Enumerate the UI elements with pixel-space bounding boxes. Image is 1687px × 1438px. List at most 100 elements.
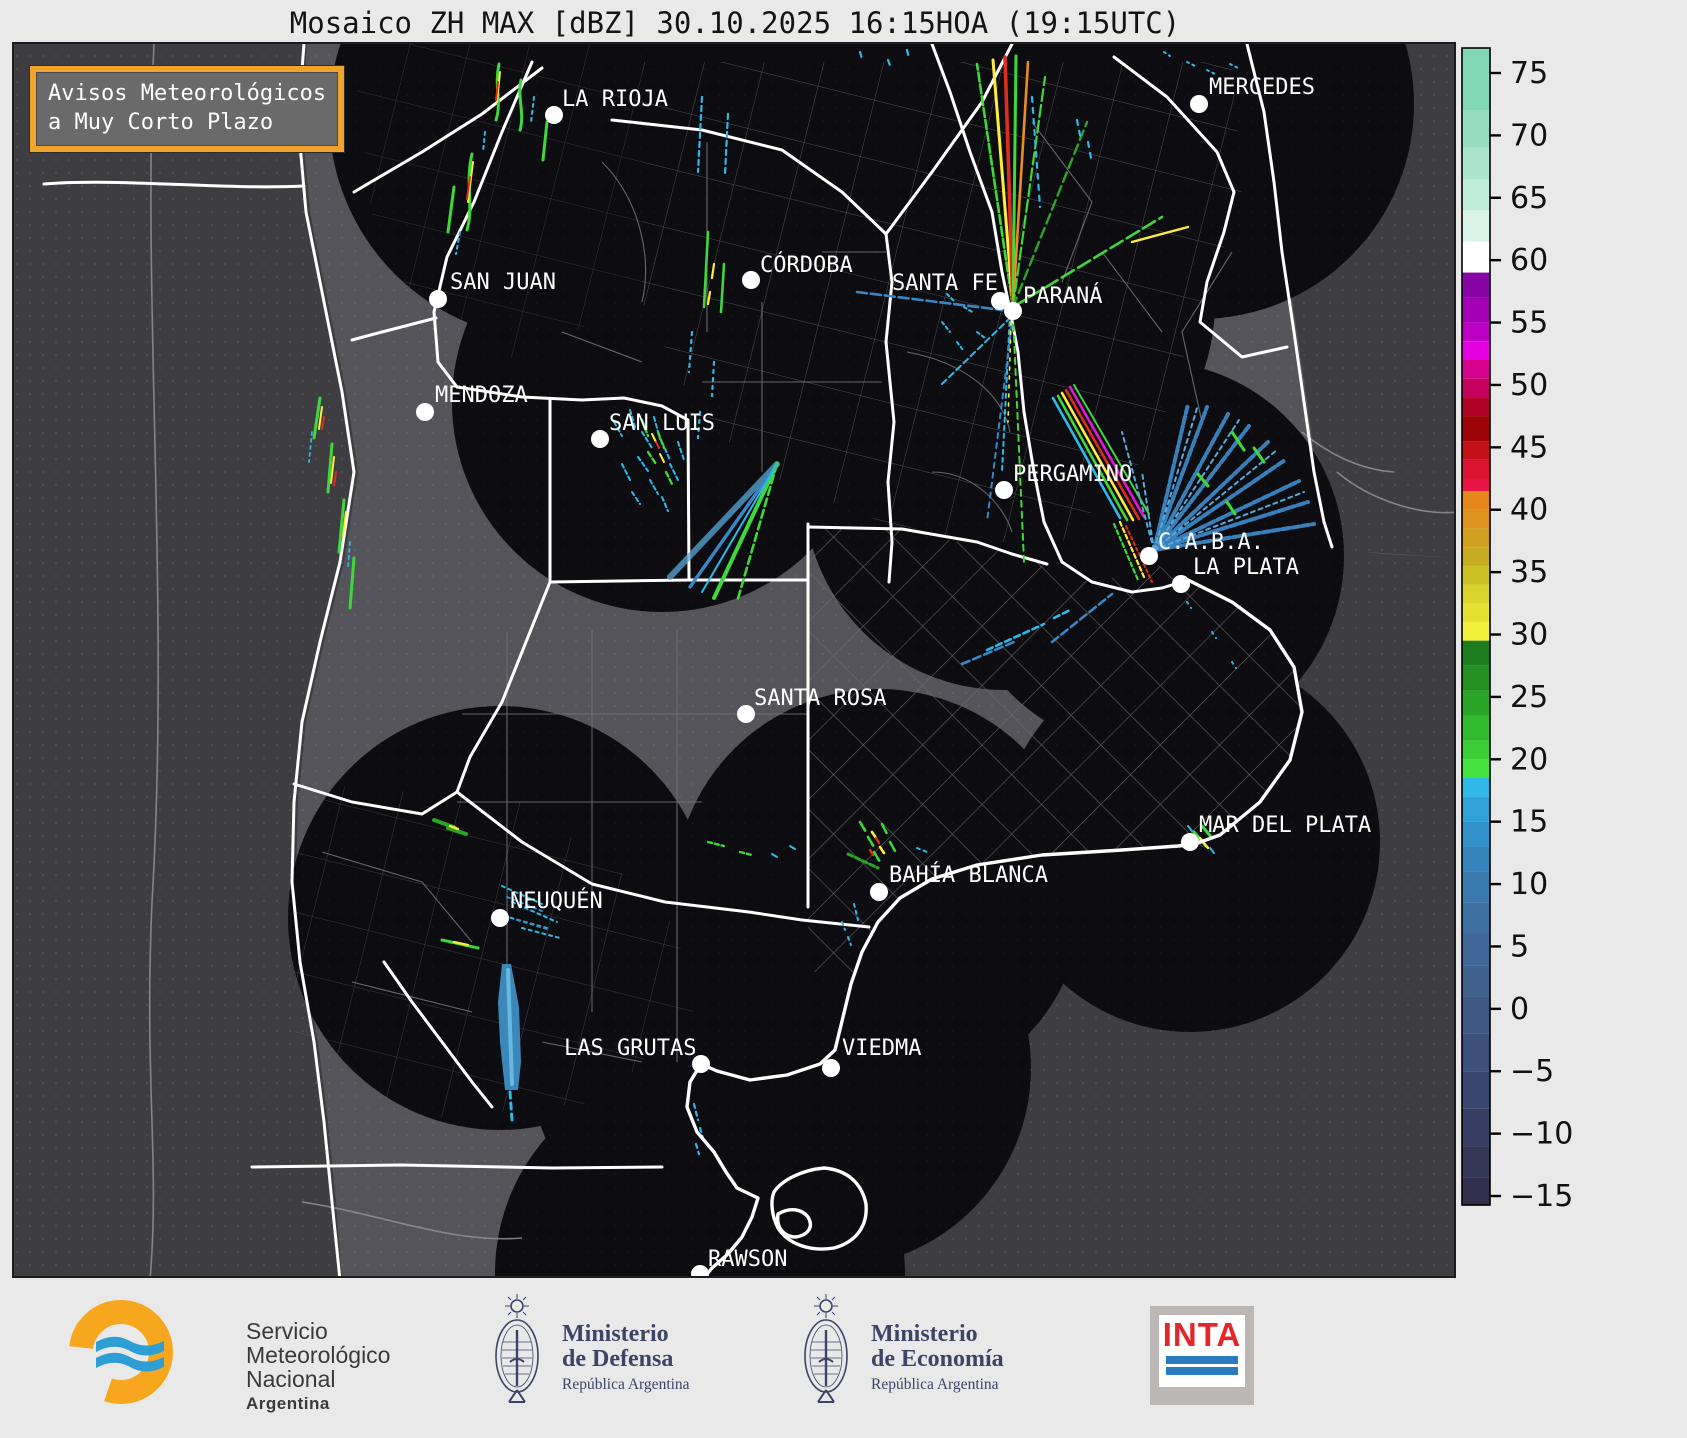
colorbar-segment xyxy=(1462,341,1490,360)
colorbar-tick-label: 25 xyxy=(1510,680,1548,715)
colorbar-segment xyxy=(1462,272,1490,298)
ministerio-economia-logo: Ministerio de Economía República Argenti… xyxy=(795,1290,1095,1430)
colorbar-tick-label: 65 xyxy=(1510,181,1548,216)
city-label: SANTA ROSA xyxy=(754,686,886,711)
radar-product-page: Mosaico ZH MAX [dBZ] 30.10.2025 16:15HOA… xyxy=(0,0,1687,1438)
city-label: CÓRDOBA xyxy=(760,252,853,278)
colorbar-segment xyxy=(1462,241,1490,273)
colorbar-segment xyxy=(1462,965,1490,997)
city-label: RAWSON xyxy=(708,1247,787,1272)
colorbar-segment xyxy=(1462,603,1490,622)
colorbar-segment xyxy=(1462,622,1490,641)
warnings-overlay-box[interactable]: Avisos Meteorológicos a Muy Corto Plazo xyxy=(28,64,346,154)
colorbar-tick-label: 50 xyxy=(1510,368,1548,403)
colorbar-tick-label: 40 xyxy=(1510,493,1548,528)
smn-wordmark: Servicio Meteorológico Nacional Argentin… xyxy=(246,1318,391,1413)
colorbar-tick-label: 35 xyxy=(1510,555,1548,590)
colorbar-segment xyxy=(1462,397,1490,417)
city-label: SAN JUAN xyxy=(450,270,556,295)
footer-logos: Servicio Meteorológico Nacional Argentin… xyxy=(0,1278,1687,1438)
colorbar-tick-label: −15 xyxy=(1510,1179,1573,1214)
warnings-line-1: Avisos Meteorológicos xyxy=(48,81,327,106)
colorbar-segment xyxy=(1462,179,1490,211)
radar-mosaic-map: LA RIOJA MERCEDES SAN JUAN CÓRDOBA SANTA FE P… xyxy=(12,42,1456,1278)
colorbar-segment xyxy=(1462,715,1490,741)
colorbar-segment xyxy=(1462,210,1490,242)
colorbar-tick-label: −5 xyxy=(1510,1054,1554,1089)
colorbar-segment xyxy=(1462,846,1490,872)
colorbar-tick-label: 70 xyxy=(1510,118,1548,153)
colorbar-segment xyxy=(1462,491,1490,510)
colorbar-tick-label: 45 xyxy=(1510,430,1548,465)
city-marker xyxy=(1140,547,1158,565)
city-marker xyxy=(870,883,888,901)
city-marker xyxy=(1181,833,1199,851)
city-label: PARANÁ xyxy=(1023,283,1102,309)
colorbar-tick-label: 20 xyxy=(1510,742,1548,777)
radar-map-canvas: LA RIOJA MERCEDES SAN JUAN CÓRDOBA SANTA FE P… xyxy=(14,44,1454,1276)
colorbar-tick-label: 0 xyxy=(1510,992,1529,1027)
colorbar-segment xyxy=(1462,441,1490,460)
city-marker xyxy=(737,705,755,723)
colorbar-segment xyxy=(1462,796,1490,822)
smn-logo: Servicio Meteorológico Nacional Argentin… xyxy=(68,1296,428,1426)
city-marker xyxy=(1004,302,1022,320)
city-label: BAHÍA BLANCA xyxy=(889,862,1048,888)
city-label: NEUQUÉN xyxy=(510,888,603,914)
colorbar-segment xyxy=(1462,640,1490,666)
colorbar-segment xyxy=(1462,459,1490,479)
city-label: LA PLATA xyxy=(1193,555,1299,580)
city-label: PERGAMINO xyxy=(1013,462,1132,487)
ministerio-economia-wordmark: Ministerio de Economía República Argenti… xyxy=(871,1321,1004,1394)
smn-icon xyxy=(69,1300,173,1404)
colorbar-segment xyxy=(1462,48,1490,111)
colorbar-segment xyxy=(1462,360,1490,379)
city-label: SAN LUIS xyxy=(609,411,715,436)
colorbar-segment xyxy=(1462,509,1490,529)
city-label: MERCEDES xyxy=(1209,75,1315,100)
city-label: VIEDMA xyxy=(842,1036,921,1061)
inta-bar-1 xyxy=(1166,1356,1238,1365)
colorbar-tick-label: 10 xyxy=(1510,867,1548,902)
colorbar-segment xyxy=(1462,528,1490,548)
colorbar-segment xyxy=(1462,821,1490,847)
ministerio-defensa-wordmark: Ministerio de Defensa República Argentin… xyxy=(562,1321,690,1394)
colorbar-segment xyxy=(1462,416,1490,442)
colorbar-segment xyxy=(1462,110,1490,148)
city-marker xyxy=(416,403,434,421)
colorbar-segment xyxy=(1462,690,1490,716)
colorbar-tick-label: 75 xyxy=(1510,56,1548,91)
city-label: SANTA FE xyxy=(892,271,998,296)
colorbar-segment xyxy=(1462,1146,1490,1178)
city-label: LA RIOJA xyxy=(562,87,668,112)
city-marker xyxy=(429,290,447,308)
colorbar-segment xyxy=(1462,478,1490,491)
colorbar-segment xyxy=(1462,297,1490,323)
colorbar-segment xyxy=(1462,902,1490,934)
colorbar-segment xyxy=(1462,996,1490,1034)
city-marker xyxy=(742,271,760,289)
colorbar-segment xyxy=(1462,1071,1490,1109)
colorbar-segment xyxy=(1462,378,1490,398)
coat-of-arms-icon xyxy=(495,1294,539,1403)
inta-logo: INTA xyxy=(1150,1306,1254,1405)
colorbar-segment xyxy=(1462,778,1490,797)
colorbar-tick-label: 55 xyxy=(1510,306,1548,341)
page-title: Mosaico ZH MAX [dBZ] 30.10.2025 16:15HOA… xyxy=(289,6,1181,40)
inta-bar-2 xyxy=(1166,1367,1238,1376)
city-label: MENDOZA xyxy=(435,383,528,408)
city-marker xyxy=(1190,95,1208,113)
colorbar-tick-label: 15 xyxy=(1510,805,1548,840)
city-marker xyxy=(491,909,509,927)
city-marker xyxy=(1172,575,1190,593)
colorbar-tick-label: −10 xyxy=(1510,1117,1573,1152)
colorbar-ticks: 757065605550454035302520151050−5−10−15 xyxy=(1490,56,1573,1214)
colorbar-segment xyxy=(1462,1108,1490,1147)
ministerio-defensa-logo: Ministerio de Defensa República Argentin… xyxy=(486,1290,786,1430)
city-marker xyxy=(822,1059,840,1077)
colorbar-segment xyxy=(1462,584,1490,604)
city-label: C.A.B.A. xyxy=(1158,530,1264,555)
colorbar-segment xyxy=(1462,565,1490,585)
city-label: LAS GRUTAS xyxy=(564,1036,696,1061)
city-marker xyxy=(545,106,563,124)
